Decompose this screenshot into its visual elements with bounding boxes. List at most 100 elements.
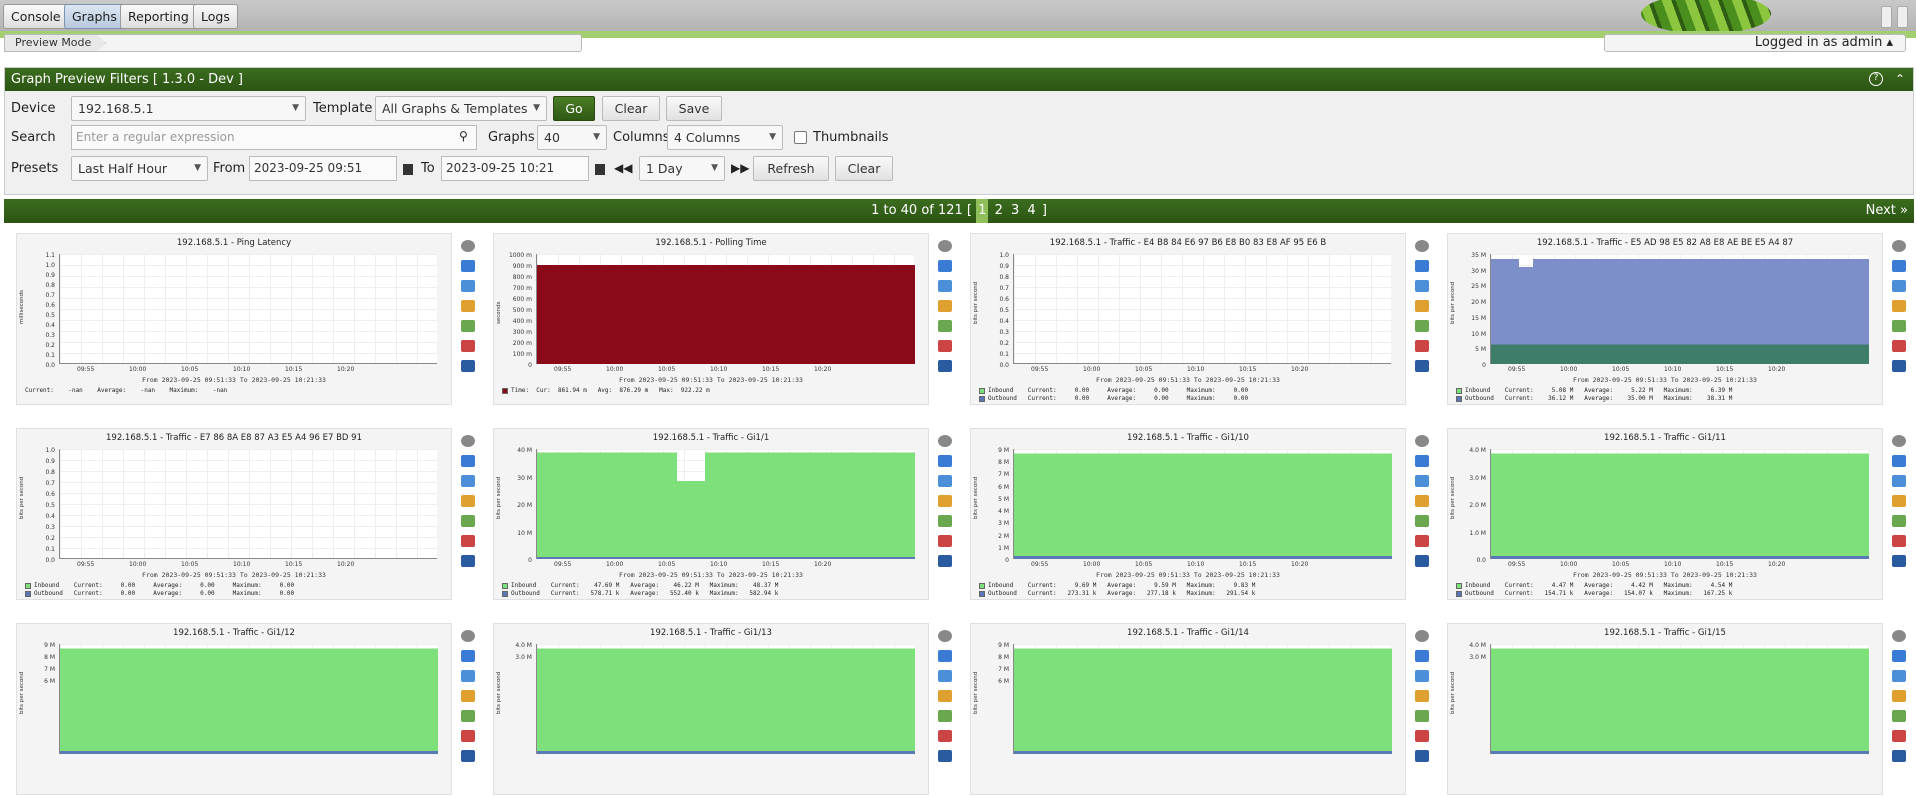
csv-icon[interactable] [1892,475,1906,487]
csv-icon[interactable] [1415,475,1429,487]
gear-icon[interactable] [461,630,475,642]
zoom-icon[interactable] [461,650,475,662]
shift-left-icon[interactable]: ◀◀ [614,161,632,175]
edit-icon[interactable] [1415,690,1429,702]
expand-icon[interactable] [1892,360,1906,372]
graph-card[interactable]: 192.168.5.1 - Traffic - Gi1/11 bits per s… [1447,428,1906,600]
realtime-icon[interactable] [461,340,475,352]
expand-icon[interactable] [938,360,952,372]
zoom-icon[interactable] [1892,650,1906,662]
edit-icon[interactable] [938,690,952,702]
graph-card[interactable]: 192.168.5.1 - Traffic - E4 B8 84 E6 97 B… [970,233,1429,405]
to-date-input[interactable]: 2023-09-25 10:21 [441,156,589,181]
save-button[interactable]: Save [666,96,722,121]
edit-icon[interactable] [1892,300,1906,312]
page-link[interactable]: 1 [976,199,989,223]
properties-icon[interactable] [1892,515,1906,527]
realtime-icon[interactable] [938,535,952,547]
page-link[interactable]: 2 [993,199,1005,223]
zoom-icon[interactable] [1415,650,1429,662]
realtime-icon[interactable] [1415,340,1429,352]
search-input[interactable]: Enter a regular expression [71,125,477,150]
expand-icon[interactable] [461,555,475,567]
csv-icon[interactable] [1415,280,1429,292]
realtime-icon[interactable] [1892,535,1906,547]
gear-icon[interactable] [461,435,475,447]
csv-icon[interactable] [461,670,475,682]
window-control-icon[interactable] [1881,6,1892,28]
edit-icon[interactable] [461,495,475,507]
expand-icon[interactable] [1415,555,1429,567]
expand-icon[interactable] [938,555,952,567]
csv-icon[interactable] [1415,670,1429,682]
properties-icon[interactable] [1415,320,1429,332]
zoom-icon[interactable] [938,455,952,467]
realtime-icon[interactable] [461,535,475,547]
presets-select[interactable]: Last Half Hour ▼ [71,156,208,181]
csv-icon[interactable] [1892,280,1906,292]
tab-graphs[interactable]: Graphs [64,4,125,29]
tab-logs[interactable]: Logs [193,4,238,29]
edit-icon[interactable] [1892,690,1906,702]
graph-card[interactable]: 192.168.5.1 - Traffic - Gi1/14 bits per s… [970,623,1429,795]
edit-icon[interactable] [1892,495,1906,507]
graph-card[interactable]: 192.168.5.1 - Traffic - E5 AD 98 E5 82 A… [1447,233,1906,405]
properties-icon[interactable] [938,515,952,527]
zoom-icon[interactable] [461,455,475,467]
expand-icon[interactable] [1892,750,1906,762]
shift-right-icon[interactable]: ▶▶ [731,161,749,175]
user-menu[interactable]: Logged in as admin ▴ [1604,34,1906,52]
template-select[interactable]: All Graphs & Templates ▼ [375,96,547,121]
csv-icon[interactable] [1892,670,1906,682]
go-button[interactable]: Go [553,96,595,121]
columns-select[interactable]: 4 Columns ▼ [667,125,783,150]
realtime-icon[interactable] [461,730,475,742]
thumbnails-checkbox[interactable] [794,131,807,144]
edit-icon[interactable] [938,300,952,312]
gear-icon[interactable] [1415,240,1429,252]
zoom-icon[interactable] [1415,455,1429,467]
timespan-select[interactable]: 1 Day ▼ [639,156,725,181]
graph-card[interactable]: 192.168.5.1 - Traffic - Gi1/12 bits per s… [16,623,475,795]
graph-card[interactable]: 192.168.5.1 - Traffic - Gi1/10 bits per s… [970,428,1429,600]
expand-icon[interactable] [461,750,475,762]
edit-icon[interactable] [1415,495,1429,507]
realtime-icon[interactable] [1415,535,1429,547]
gear-icon[interactable] [1892,240,1906,252]
graph-card[interactable]: 192.168.5.1 - Ping Latency milliseconds 1.… [16,233,475,405]
expand-icon[interactable] [1892,555,1906,567]
properties-icon[interactable] [1892,710,1906,722]
gear-icon[interactable] [1415,435,1429,447]
realtime-icon[interactable] [1415,730,1429,742]
edit-icon[interactable] [1415,300,1429,312]
gear-icon[interactable] [1415,630,1429,642]
properties-icon[interactable] [1415,515,1429,527]
graphs-select[interactable]: 40 ▼ [537,125,607,150]
graph-card[interactable]: 192.168.5.1 - Traffic - E7 86 8A E8 87 A… [16,428,475,600]
window-control-icon[interactable] [1897,6,1908,28]
clear-button[interactable]: Clear [602,96,660,121]
gear-icon[interactable] [938,435,952,447]
csv-icon[interactable] [938,475,952,487]
zoom-icon[interactable] [461,260,475,272]
device-select[interactable]: 192.168.5.1 ▼ [71,96,306,121]
tab-reporting[interactable]: Reporting [120,4,197,29]
gear-icon[interactable] [938,240,952,252]
graph-card[interactable]: 192.168.5.1 - Polling Time seconds 1000 m9… [493,233,952,405]
properties-icon[interactable] [938,710,952,722]
properties-icon[interactable] [461,710,475,722]
zoom-icon[interactable] [1415,260,1429,272]
graph-card[interactable]: 192.168.5.1 - Traffic - Gi1/13 bits per s… [493,623,952,795]
realtime-icon[interactable] [1892,340,1906,352]
calendar-icon[interactable] [403,164,413,175]
clear-time-button[interactable]: Clear [835,156,893,181]
properties-icon[interactable] [938,320,952,332]
graph-card[interactable]: 192.168.5.1 - Traffic - Gi1/1 bits per se… [493,428,952,600]
edit-icon[interactable] [461,690,475,702]
next-page-link[interactable]: Next » [1866,199,1908,223]
csv-icon[interactable] [938,280,952,292]
expand-icon[interactable] [461,360,475,372]
edit-icon[interactable] [461,300,475,312]
tab-console[interactable]: Console [3,4,69,29]
csv-icon[interactable] [461,280,475,292]
